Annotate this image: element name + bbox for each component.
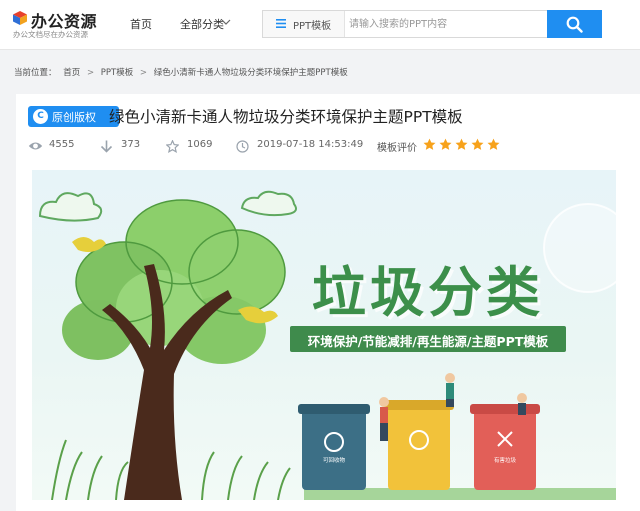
rating-stars [423,138,503,152]
cover-title: 垃圾分类 [312,261,544,324]
bin-label-hazardous: 有害垃圾 [494,456,517,464]
search-button[interactable] [547,10,602,38]
badge-label: 原创版权 [52,111,96,124]
bin-label-recyclable: 可回收物 [323,456,346,464]
nav-all-categories[interactable]: 全部分类 [180,16,224,32]
breadcrumb: 当前位置： 首页 > PPT模板 > 绿色小清新卡通人物垃圾分类环境保护主题PP… [14,66,352,78]
logo-subtitle: 办公文档尽在办公资源 [13,30,88,39]
views-count: 4555 [49,139,75,150]
site-logo[interactable]: 办公资源 办公文档尽在办公资源 [12,8,122,42]
site-header: 办公资源 办公文档尽在办公资源 首页 全部分类 PPT模板 [0,0,640,50]
recycling-bins [298,400,540,490]
search-category-label: PPT模板 [293,21,332,32]
eye-icon [28,142,43,150]
original-badge: C 原创版权 [28,106,119,127]
cover-subtitle: 环境保护/节能减排/再生能源/主题PPT模板 [307,334,549,349]
search-input[interactable] [349,13,545,35]
search-icon [566,16,583,33]
search-bar: PPT模板 [262,10,602,38]
resource-stats: 4555 373 1069 2019-07-18 14:53:49 模板评价 [28,138,628,154]
breadcrumb-item-current: 绿色小清新卡通人物垃圾分类环境保护主题PPT模板 [153,68,348,78]
cover-subtitle-banner: 环境保护/节能减排/再生能源/主题PPT模板 [290,326,566,352]
rating-star-icon [487,138,500,150]
breadcrumb-label: 当前位置： [14,68,57,78]
template-preview-image[interactable]: 可回收物 有害垃圾 垃圾分类 环境保护/节能减排/再生能源/主题PPT模板 [32,170,616,500]
cube-logo-icon [13,11,27,25]
breadcrumb-separator: > [86,68,95,78]
chevron-down-icon[interactable] [221,18,231,26]
upload-datetime: 2019-07-18 14:53:49 [257,139,364,150]
rating-label: 模板评价 [377,143,417,154]
download-icon [100,140,113,153]
copyright-icon: C [33,109,48,124]
resource-card: C 原创版权 绿色小清新卡通人物垃圾分类环境保护主题PPT模板 4555 373… [16,94,640,511]
downloads-count: 373 [121,139,141,150]
nav-home-link[interactable]: 首页 [130,16,152,32]
clock-icon [236,140,249,153]
rating-star-icon [423,138,436,150]
rating-star-icon [455,138,468,150]
search-category-select[interactable]: PPT模板 [263,11,345,37]
menu-icon [276,19,286,28]
rating-star-icon [439,138,452,150]
favorites-count: 1069 [187,139,213,150]
breadcrumb-item-home[interactable]: 首页 [63,68,80,78]
resource-title: 绿色小清新卡通人物垃圾分类环境保护主题PPT模板 [109,108,463,126]
breadcrumb-separator: > [139,68,148,78]
rating-star-icon [471,138,484,150]
star-outline-icon [166,140,179,153]
breadcrumb-item-ppt[interactable]: PPT模板 [101,68,133,78]
